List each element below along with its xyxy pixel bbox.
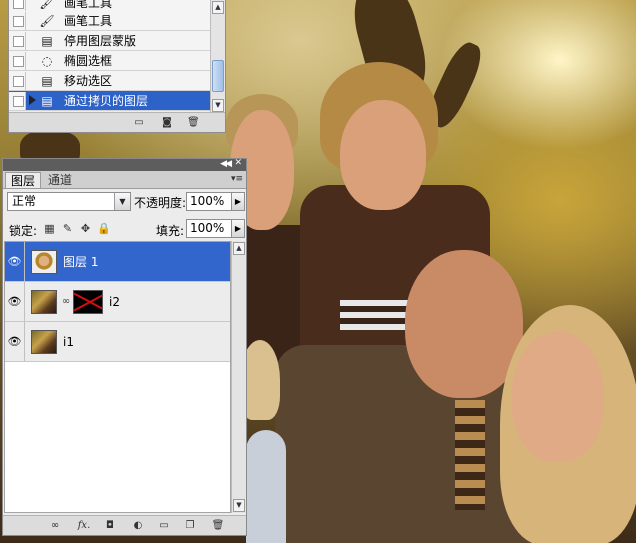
brush-icon: 🖌	[39, 0, 55, 10]
brush-icon: 🖌	[39, 13, 55, 28]
history-scrollbar[interactable]: ▲ ▼	[210, 0, 225, 113]
history-item[interactable]: ◌ 椭圆选框	[9, 51, 211, 71]
history-state-arrow-icon	[29, 95, 36, 105]
blend-row: 正常 ▼ 不透明度: 100% ▶	[3, 190, 246, 214]
layers-footer: ∞ fx. ◘ ◐ ▭ ❐ 🗑	[3, 515, 246, 535]
layer-row[interactable]: 👁 i1	[5, 322, 230, 362]
snapshot-source-checkbox[interactable]	[9, 11, 26, 30]
visibility-eye-icon[interactable]: 👁	[5, 242, 25, 281]
add-mask-icon[interactable]: ◘	[103, 520, 117, 532]
document-icon: ▤	[41, 33, 53, 48]
history-item[interactable]: ▤ 停用图层蒙版	[9, 31, 211, 51]
snapshot-source-checkbox[interactable]	[9, 51, 26, 70]
snapshot-source-checkbox[interactable]	[9, 31, 26, 50]
history-item-label: 停用图层蒙版	[64, 34, 137, 48]
history-item-selected[interactable]: ▤ 通过拷贝的图层	[9, 91, 211, 111]
lock-row: 锁定: ▦ ✎ ✥ 🔒 填充: 100% ▶	[3, 219, 246, 241]
blend-mode-select[interactable]: 正常 ▼	[7, 192, 131, 211]
history-item-label: 通过拷贝的图层	[64, 94, 149, 108]
layer-row[interactable]: 👁 图层 1	[5, 242, 230, 282]
layer-name[interactable]: i1	[63, 335, 74, 349]
layers-scrollbar[interactable]: ▲ ▼	[231, 241, 246, 513]
history-item[interactable]: ▤ 移动选区	[9, 71, 211, 91]
layer-style-fx-icon[interactable]: fx.	[75, 520, 93, 532]
history-item-label: 画笔工具	[64, 14, 113, 28]
layer-thumbnail[interactable]	[31, 329, 57, 354]
opacity-input[interactable]: 100%	[186, 192, 232, 211]
snapshot-source-checkbox[interactable]	[9, 0, 26, 12]
trash-icon[interactable]: 🗑	[187, 117, 200, 128]
trash-icon[interactable]: 🗑	[211, 520, 225, 532]
chevron-down-icon[interactable]: ▼	[114, 193, 130, 210]
fill-slider-arrow-icon[interactable]: ▶	[231, 219, 245, 238]
layer-name[interactable]: i2	[109, 295, 120, 309]
new-layer-icon[interactable]: ❐	[183, 520, 197, 532]
collapse-icon[interactable]: ◀◀	[220, 159, 232, 169]
document-icon: ▤	[41, 73, 53, 88]
close-icon[interactable]: ✕	[234, 158, 242, 168]
panel-titlebar[interactable]: ◀◀ ✕	[3, 158, 246, 171]
layers-panel: ◀◀ ✕ 图层 通道 ▾≡ 正常 ▼ 不透明度: 100% ▶ 锁定: ▦ ✎ …	[2, 158, 247, 536]
scroll-thumb[interactable]	[212, 60, 224, 92]
history-item-label: 椭圆选框	[64, 54, 113, 68]
ellipse-marquee-icon: ◌	[41, 53, 53, 68]
scroll-up-icon[interactable]: ▲	[233, 242, 245, 255]
link-chain-icon[interactable]: ∞	[61, 296, 71, 307]
link-layers-icon[interactable]: ∞	[47, 520, 63, 532]
layer-name[interactable]: 图层 1	[63, 253, 98, 270]
tab-layers[interactable]: 图层	[5, 172, 42, 188]
layer-thumbnail[interactable]	[31, 289, 57, 314]
camera-icon[interactable]: ◙	[161, 117, 173, 128]
lock-label: 锁定:	[9, 224, 38, 238]
layer-mask-disabled-thumbnail[interactable]	[73, 289, 103, 314]
adjustment-layer-icon[interactable]: ◐	[131, 520, 145, 532]
panel-tabs: 图层 通道 ▾≡	[3, 171, 246, 189]
history-item-label: 画笔工具	[64, 0, 113, 10]
history-footer: ▭ ◙ 🗑	[9, 112, 225, 132]
snapshot-source-checkbox[interactable]	[9, 91, 26, 110]
layer-thumbnail[interactable]	[31, 249, 57, 274]
layer-row[interactable]: 👁 ∞ i2	[5, 282, 230, 322]
lock-all-icon[interactable]: 🔒	[97, 222, 111, 235]
scroll-up-icon[interactable]: ▲	[212, 1, 224, 14]
history-item-label: 移动选区	[64, 74, 113, 88]
new-document-from-state-icon[interactable]: ▭	[133, 117, 145, 128]
history-item[interactable]: 🖌 画笔工具	[9, 11, 211, 31]
new-group-folder-icon[interactable]: ▭	[157, 520, 171, 532]
scroll-down-icon[interactable]: ▼	[233, 499, 245, 512]
fill-label: 填充:	[156, 224, 185, 238]
blend-mode-value: 正常	[12, 194, 37, 208]
layers-list: 👁 图层 1 👁 ∞ i2 👁 i1	[4, 241, 231, 513]
visibility-eye-icon[interactable]: 👁	[5, 282, 25, 321]
tab-channels[interactable]: 通道	[43, 172, 77, 188]
opacity-label: 不透明度:	[134, 196, 187, 210]
panel-menu-icon[interactable]: ▾≡	[231, 174, 243, 184]
lock-paint-brush-icon[interactable]: ✎	[61, 222, 74, 235]
lock-position-move-icon[interactable]: ✥	[79, 222, 92, 235]
opacity-slider-arrow-icon[interactable]: ▶	[231, 192, 245, 211]
document-icon: ▤	[41, 93, 53, 108]
visibility-eye-icon[interactable]: 👁	[5, 322, 25, 361]
fill-input[interactable]: 100%	[186, 219, 232, 238]
snapshot-source-checkbox[interactable]	[9, 71, 26, 90]
scroll-down-icon[interactable]: ▼	[212, 99, 224, 112]
history-panel: 🖌 画笔工具 🖌 画笔工具 ▤ 停用图层蒙版 ◌ 椭圆选框 ▤ 移动选区 ▤ 通…	[8, 0, 226, 133]
lock-transparency-icon[interactable]: ▦	[43, 222, 56, 235]
